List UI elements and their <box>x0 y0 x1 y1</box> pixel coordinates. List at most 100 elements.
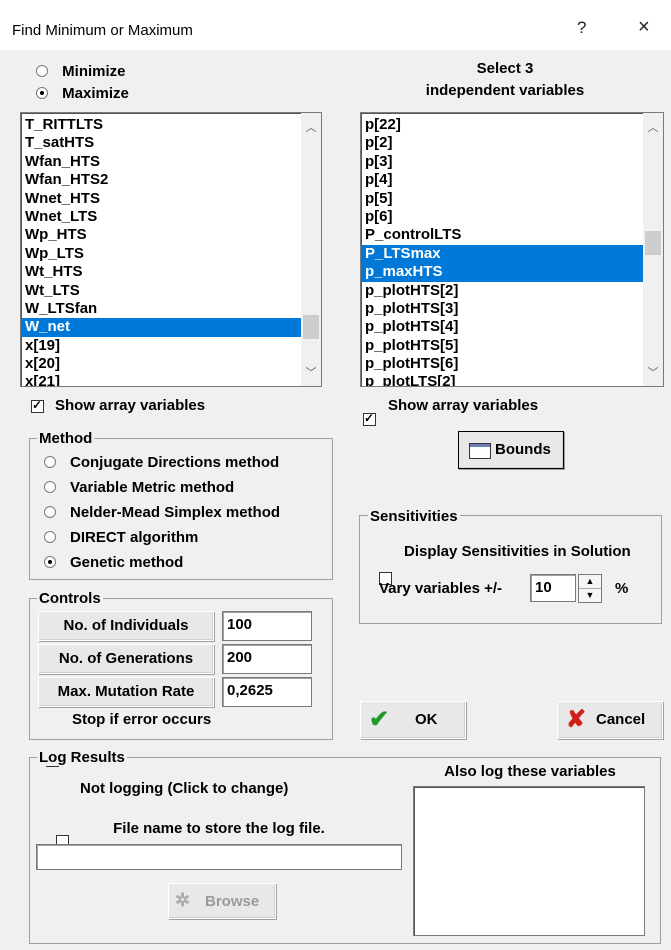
variable-list-item[interactable]: W_net <box>21 318 301 337</box>
individuals-button[interactable]: No. of Individuals <box>38 611 214 641</box>
independent-variable-list-item[interactable]: p[22] <box>361 116 643 134</box>
variable-list-item[interactable]: Wnet_HTS <box>21 190 301 208</box>
show-array-right-checkbox[interactable] <box>363 411 376 426</box>
independent-variable-list-item[interactable]: p_plotHTS[4] <box>361 318 643 336</box>
maximize-radio[interactable]: Maximize <box>36 85 129 102</box>
variable-list-item[interactable]: Wt_LTS <box>21 282 301 300</box>
independent-variables-listbox[interactable]: p[22] p[2] p[3] p[4] p[5] p[6] P_controlLTS P_L… <box>360 112 664 387</box>
method-option[interactable]: Conjugate Directions method <box>44 454 279 471</box>
scroll-down-icon[interactable]: ﹀ <box>643 364 663 380</box>
independent-variable-list-item[interactable]: p[6] <box>361 208 643 226</box>
method-option-label: Variable Metric method <box>70 479 235 496</box>
radio-icon <box>44 456 56 468</box>
cancel-button[interactable]: ✘ Cancel <box>557 701 663 739</box>
minimize-radio[interactable]: Minimize <box>36 63 126 80</box>
independent-variable-list-item[interactable]: p_plotHTS[6] <box>361 355 643 373</box>
scroll-down-icon[interactable]: ﹀ <box>301 364 321 380</box>
maximize-label: Maximize <box>62 85 129 102</box>
independent-variable-list-item[interactable]: P_LTSmax <box>361 244 643 264</box>
mutation-rate-input[interactable]: 0,2625 <box>222 677 312 707</box>
variable-list-item[interactable]: T_satHTS <box>21 134 301 152</box>
vary-spinner[interactable]: ▲ ▼ <box>578 574 602 603</box>
spin-up-icon[interactable]: ▲ <box>579 575 601 589</box>
independent-variable-list-item[interactable]: p_plotHTS[5] <box>361 337 643 355</box>
minimize-radio-icon <box>36 65 48 77</box>
browse-button[interactable]: ✲ Browse <box>168 883 276 919</box>
generations-button[interactable]: No. of Generations <box>38 644 214 674</box>
variable-list-item[interactable]: x[21] <box>21 373 301 386</box>
stop-if-error-label: Stop if error occurs <box>72 711 212 728</box>
vary-variables-input[interactable]: 10 <box>530 574 576 602</box>
variable-list-item[interactable]: x[19] <box>21 337 301 355</box>
table-icon <box>469 443 491 459</box>
generations-input[interactable]: 200 <box>222 644 312 674</box>
radio-icon <box>44 481 56 493</box>
independent-variable-list-item[interactable]: P_controlLTS <box>361 226 643 244</box>
independent-variable-list-item[interactable]: p_plotLTS[2] <box>361 373 643 386</box>
cancel-label: Cancel <box>596 711 646 728</box>
maximize-radio-icon <box>36 87 48 99</box>
radio-icon <box>44 506 56 518</box>
method-legend: Method <box>37 430 95 447</box>
independent-variable-list-item[interactable]: p[5] <box>361 190 643 208</box>
sensitivities-legend: Sensitivities <box>368 508 460 525</box>
independent-variable-list-item[interactable]: p_plotHTS[2] <box>361 282 643 300</box>
log-results-legend: Log Results <box>37 749 127 766</box>
log-file-label: File name to store the log file. <box>113 820 325 837</box>
scroll-up-icon[interactable]: ︿ <box>301 119 321 135</box>
spin-down-icon[interactable]: ▼ <box>579 589 601 602</box>
variable-list-item[interactable]: W_LTSfan <box>21 300 301 318</box>
scroll-thumb[interactable] <box>303 315 319 339</box>
method-option-label: Genetic method <box>70 554 184 571</box>
method-option[interactable]: Genetic method <box>44 554 183 571</box>
help-button[interactable]: ? <box>577 18 586 38</box>
variable-list-item[interactable]: Wp_HTS <box>21 226 301 244</box>
method-option-label: DIRECT algorithm <box>70 529 199 546</box>
also-log-label: Also log these variables <box>444 763 616 780</box>
select-header-line1: Select 3 <box>476 60 534 77</box>
display-sensitivities-label: Display Sensitivities in Solution <box>404 543 631 560</box>
independent-list-items: p[22] p[2] p[3] p[4] p[5] p[6] P_controlLTS P_L… <box>361 113 663 386</box>
show-array-left-label: Show array variables <box>55 397 206 414</box>
show-array-left-checkbox[interactable] <box>31 398 44 413</box>
independent-scrollbar[interactable]: ︿ ﹀ <box>643 113 663 386</box>
independent-variable-list-item[interactable]: p_plotHTS[3] <box>361 300 643 318</box>
radio-icon <box>44 556 56 568</box>
radio-icon <box>44 531 56 543</box>
method-option[interactable]: Nelder-Mead Simplex method <box>44 504 280 521</box>
variables-scrollbar[interactable]: ︿ ﹀ <box>301 113 321 386</box>
sensitivities-group <box>359 515 662 624</box>
scroll-up-icon[interactable]: ︿ <box>643 119 663 135</box>
independent-variable-list-item[interactable]: p[2] <box>361 134 643 152</box>
also-log-listbox[interactable] <box>413 786 645 936</box>
minimize-label: Minimize <box>62 63 126 80</box>
variables-listbox[interactable]: T_RITTLTS T_satHTS Wfan_HTS Wfan_HTS2 Wnet_H… <box>20 112 322 387</box>
individuals-input[interactable]: 100 <box>222 611 312 641</box>
independent-variable-list-item[interactable]: p[4] <box>361 171 643 189</box>
close-button[interactable]: × <box>638 16 650 39</box>
variable-list-item[interactable]: Wt_HTS <box>21 263 301 281</box>
browse-icon: ✲ <box>175 890 191 910</box>
browse-label: Browse <box>205 893 260 910</box>
mutation-rate-button[interactable]: Max. Mutation Rate <box>38 677 214 707</box>
method-option[interactable]: DIRECT algorithm <box>44 529 198 546</box>
select-header-line2: independent variables <box>425 82 585 99</box>
ok-button[interactable]: ✔ OK <box>360 701 466 739</box>
method-option[interactable]: Variable Metric method <box>44 479 234 496</box>
variable-list-item[interactable]: Wfan_HTS2 <box>21 171 301 189</box>
variable-list-item[interactable]: Wnet_LTS <box>21 208 301 226</box>
variable-list-item[interactable]: Wfan_HTS <box>21 153 301 171</box>
ok-label: OK <box>415 711 438 728</box>
independent-variable-list-item[interactable]: p_maxHTS <box>361 263 643 282</box>
bounds-label: Bounds <box>495 441 551 458</box>
variable-list-item[interactable]: T_RITTLTS <box>21 116 301 134</box>
independent-variable-list-item[interactable]: p[3] <box>361 153 643 171</box>
bounds-button[interactable]: Bounds <box>458 431 564 469</box>
controls-legend: Controls <box>37 590 103 607</box>
log-file-input[interactable] <box>36 844 402 870</box>
variable-list-item[interactable]: Wp_LTS <box>21 245 301 263</box>
variable-list-item[interactable]: x[20] <box>21 355 301 373</box>
show-array-right-label: Show array variables <box>388 397 539 414</box>
scroll-thumb[interactable] <box>645 231 661 255</box>
method-option-label: Nelder-Mead Simplex method <box>70 504 281 521</box>
